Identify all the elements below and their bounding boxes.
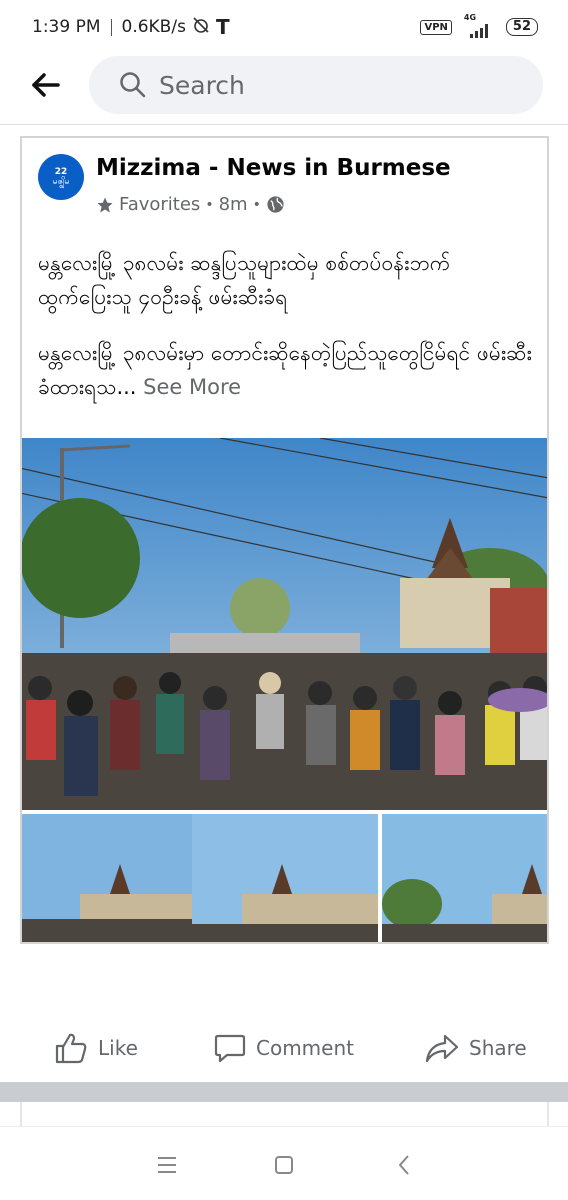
recent-apps-button[interactable] [151, 1149, 183, 1181]
header-divider [0, 124, 568, 125]
status-network-speed: 0.6KB/s [121, 17, 186, 37]
see-more-link[interactable]: See More [143, 375, 241, 399]
search-input[interactable] [159, 70, 499, 100]
post-paragraph-2-text: မန္တလေးမြို့ ၃၈လမ်းမှာ တောင်းဆိုနေတဲ့ပြည… [38, 341, 532, 399]
back-button[interactable] [28, 68, 62, 102]
search-bar[interactable] [89, 56, 543, 114]
signal-icon: 4G [463, 13, 494, 38]
network-type: 4G [463, 13, 477, 22]
post-text: မန္တလေးမြို့ ၃၈လမ်း ဆန္ဒပြသူများထဲမှ စစ်… [38, 246, 538, 426]
meta-dot: • [252, 196, 261, 213]
avatar-label-bottom: မဇ္ဈိမ [52, 177, 70, 187]
post-card: 22 မဇ္ဈိမ Mizzima - News in Burmese Favo… [20, 136, 549, 944]
post-photo-thumb[interactable] [22, 814, 206, 942]
search-header [0, 54, 568, 118]
share-label: Share [469, 1036, 527, 1060]
home-square-icon [275, 1156, 293, 1174]
app-notification-icon: T [215, 15, 230, 39]
share-icon [425, 1034, 459, 1063]
status-bar: 1:39 PM 0.6KB/s T VPN 4G 52 [0, 0, 568, 54]
post-photo-main[interactable] [22, 438, 547, 810]
thumbs-up-icon [55, 1033, 87, 1064]
like-label: Like [98, 1036, 138, 1060]
post-time[interactable]: 8m [219, 194, 248, 215]
menu-icon [158, 1157, 176, 1173]
post-action-bar: Like Comment Share [0, 1010, 568, 1086]
arrow-left-icon [32, 73, 60, 97]
share-button[interactable]: Share [425, 1033, 527, 1063]
star-icon [97, 197, 113, 212]
vpn-badge: VPN [420, 19, 452, 35]
home-button[interactable] [268, 1149, 300, 1181]
like-button[interactable]: Like [54, 1032, 138, 1064]
comment-button[interactable]: Comment [214, 1032, 354, 1064]
status-time: 1:39 PM [32, 17, 101, 37]
battery-indicator: 52 [505, 18, 538, 36]
chevron-left-icon [399, 1155, 409, 1175]
feed-separator [0, 1082, 568, 1102]
comment-label: Comment [256, 1036, 354, 1060]
post-photo-thumb[interactable] [192, 814, 378, 942]
system-back-button[interactable] [388, 1149, 420, 1181]
system-nav-bar [0, 1126, 568, 1200]
post-paragraph-2: မန္တလေးမြို့ ၃၈လမ်းမှာ တောင်းဆိုနေတဲ့ပြည… [38, 336, 538, 404]
alarm-off-icon [192, 16, 210, 39]
post-photo-thumb[interactable] [382, 814, 547, 942]
globe-icon [267, 196, 284, 213]
post-meta: Favorites • 8m • [96, 194, 285, 215]
search-icon [120, 72, 146, 98]
page-avatar[interactable]: 22 မဇ္ဈိမ [38, 154, 84, 200]
comment-icon [214, 1034, 246, 1063]
audience-label: Favorites [119, 194, 201, 215]
avatar-label-top: 22 [54, 167, 68, 177]
post-paragraph-1: မန္တလေးမြို့ ၃၈လမ်း ဆန္ဒပြသူများထဲမှ စစ်… [38, 251, 451, 309]
page-name[interactable]: Mizzima - News in Burmese [96, 155, 451, 181]
status-separator [110, 18, 112, 36]
meta-dot: • [205, 196, 214, 213]
